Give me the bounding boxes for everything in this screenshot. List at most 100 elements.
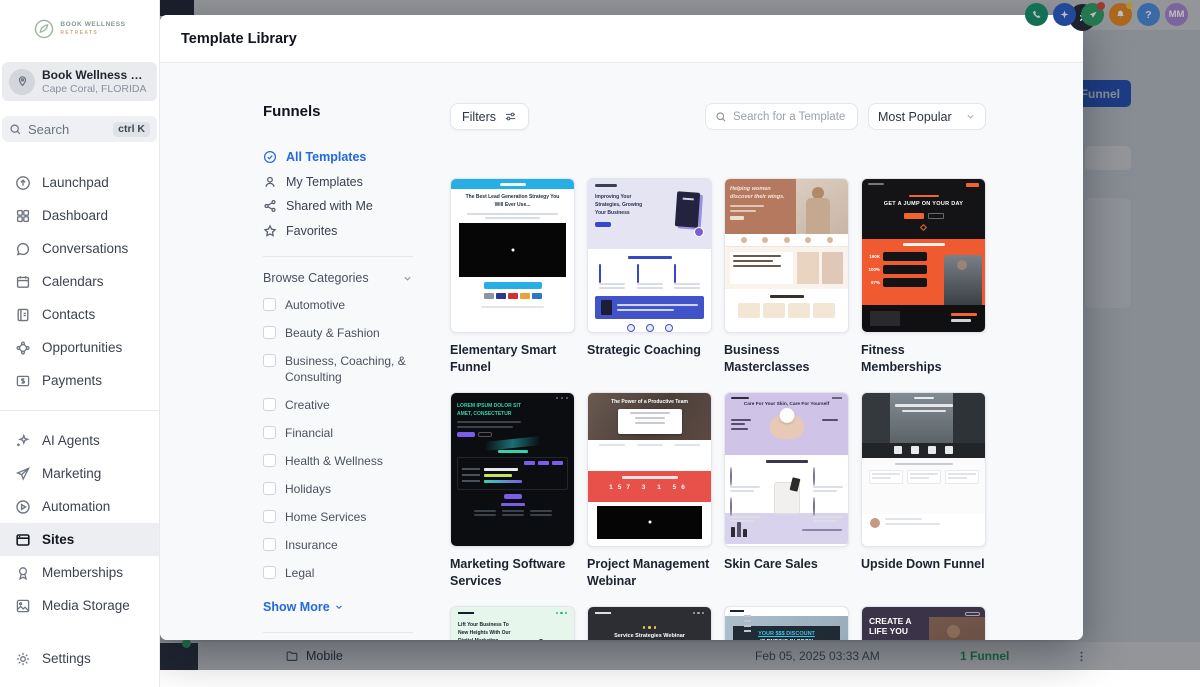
help-icon[interactable]: ? [1137,3,1160,26]
search-label: Search [28,121,70,137]
thumb-hero-text: Service Strategies Webinar [614,632,685,639]
search-icon [9,123,22,136]
bell-badge [1126,2,1133,9]
user-avatar[interactable]: MM [1165,3,1188,26]
sidebar-item-launchpad[interactable]: Launchpad [0,166,159,199]
sidebar-item-ai-agents[interactable]: AI Agents [0,424,159,457]
filters-button[interactable]: Filters [450,103,530,130]
category-checkbox-health-wellness[interactable]: Health & Wellness [263,453,413,470]
template-search-input[interactable] [733,110,848,123]
checkbox[interactable] [263,566,276,580]
sidebar-item-conversations[interactable]: Conversations [0,232,159,265]
template-card[interactable]: Care For Your Skin, Care For Yourself Sk… [724,391,849,590]
template-card[interactable]: GET A JUMP ON YOUR DAY 190K 100% 97% Fit… [861,178,986,376]
view-favorites[interactable]: Favorites [263,219,413,244]
sort-dropdown[interactable]: Most Popular [868,103,986,130]
category-checkbox-creative[interactable]: Creative [263,397,413,414]
browse-categories-header[interactable]: Browse Categories [263,271,413,285]
view-all-templates[interactable]: All Templates [263,145,413,170]
sidebar-item-opportunities[interactable]: Opportunities [0,331,159,364]
thumb-hero-text: IS ENDING IN SOON [736,639,837,641]
category-checkbox-automotive[interactable]: Automotive [263,297,413,314]
template-card[interactable]: Lift Your Business To New Heights With O… [450,605,575,641]
show-more-link[interactable]: Show More [263,600,413,614]
template-card[interactable]: The Power of a Productive Team 157 3 1 5… [587,391,712,590]
chevron-down-icon [334,602,344,612]
contacts-book-icon [15,307,32,323]
category-checkbox-financial[interactable]: Financial [263,425,413,442]
template-thumbnail: Helping women discover their wings. [724,178,849,333]
checkbox[interactable] [263,538,276,552]
view-my-templates[interactable]: My Templates [263,170,413,195]
modal-title: Template Library [181,30,297,47]
template-title: Business Masterclasses [724,343,810,374]
modal-header: Template Library [160,15,1083,63]
sidebar-item-label: Sites [42,532,75,547]
checkbox[interactable] [263,353,276,367]
checkbox[interactable] [263,297,276,311]
template-card[interactable]: Improving Your Strategies, Growing Your … [587,178,712,376]
product-photo [769,414,804,440]
calendar-icon [15,274,32,290]
template-thumbnail: Lift Your Business To New Heights With O… [450,605,575,641]
chevron-down-icon [965,111,976,122]
award-ribbon-icon [15,565,32,581]
template-card[interactable]: Helping women discover their wings. Busi… [724,178,849,376]
sidebar-item-payments[interactable]: Payments [0,364,159,397]
sidebar-item-sites[interactable]: Sites [0,523,159,556]
view-label: All Templates [286,150,367,165]
sidebar-item-label: Media Storage [42,598,130,613]
sidebar-item-label: Contacts [42,307,96,322]
checkbox[interactable] [263,426,276,440]
category-checkbox-insurance[interactable]: Insurance [263,537,413,554]
category-checkbox-beauty-fashion[interactable]: Beauty & Fashion [263,325,413,342]
sidebar-item-calendars[interactable]: Calendars [0,265,159,298]
academy-star-icon[interactable] [1053,3,1076,26]
sidebar-item-label: Memberships [42,565,124,580]
account-switcher[interactable]: Book Wellness Retre... Cape Coral, FLORI… [2,62,157,101]
sidebar-item-memberships[interactable]: Memberships [0,556,159,589]
checkbox[interactable] [263,325,276,339]
template-thumbnail [861,391,986,547]
category-label: Holidays [285,482,332,497]
template-thumbnail: CREATE A LIFE YOU [861,605,986,640]
browse-categories-label: Browse Categories [263,271,369,285]
phone-icon[interactable] [1025,3,1048,26]
bell-icon[interactable] [1109,2,1133,26]
template-card[interactable]: LOREM IPSUM DOLOR SIT AMET, CONSECTETUR [450,391,575,590]
template-card[interactable]: Service Strategies Webinar [587,605,712,640]
template-card[interactable]: YOUR $$$ DISCOUNT IS ENDING IN SOON [724,605,849,641]
category-label: Beauty & Fashion [285,325,380,340]
checkbox[interactable] [263,482,276,496]
category-checkbox-home-services[interactable]: Home Services [263,509,413,526]
check-circle-icon [263,150,277,164]
template-title: Project Management Webinar [587,556,710,588]
thumb-hero-text: The Power of a Productive Team [611,398,688,405]
template-card[interactable]: The Best Lead Generation Strategy You Wi… [450,178,575,376]
category-checkbox-holidays[interactable]: Holidays [263,481,413,498]
category-label: Insurance [285,538,338,553]
illustration [517,627,569,641]
sidebar-item-media-storage[interactable]: Media Storage [0,589,159,622]
checkbox[interactable] [263,398,276,412]
template-card[interactable]: Upside Down Funnel [861,391,986,590]
sidebar-item-dashboard[interactable]: Dashboard [0,199,159,232]
category-checkbox-business-coaching[interactable]: Business, Coaching, & Consulting [263,353,413,386]
checkbox[interactable] [263,454,276,468]
sidebar-item-automation[interactable]: Automation [0,490,159,523]
sidebar-item-marketing[interactable]: Marketing [0,457,159,490]
show-more-label: Show More [263,600,330,615]
category-checkbox-legal[interactable]: Legal [263,565,413,582]
sort-value: Most Popular [878,109,952,124]
sidebar-search[interactable]: Search ctrl K [2,116,157,142]
template-thumbnail: GET A JUMP ON YOUR DAY 190K 100% 97% [861,178,986,333]
sidebar-item-settings[interactable]: Settings [0,642,159,675]
view-shared-with-me[interactable]: Shared with Me [263,194,413,219]
view-label: Favorites [286,223,338,238]
template-card[interactable]: CREATE A LIFE YOU [861,605,986,640]
announcements-icon[interactable] [1081,2,1105,26]
sidebar-item-contacts[interactable]: Contacts [0,298,159,331]
template-search[interactable] [705,103,858,130]
checkbox[interactable] [263,510,276,524]
logo-leaf-icon [33,18,55,40]
